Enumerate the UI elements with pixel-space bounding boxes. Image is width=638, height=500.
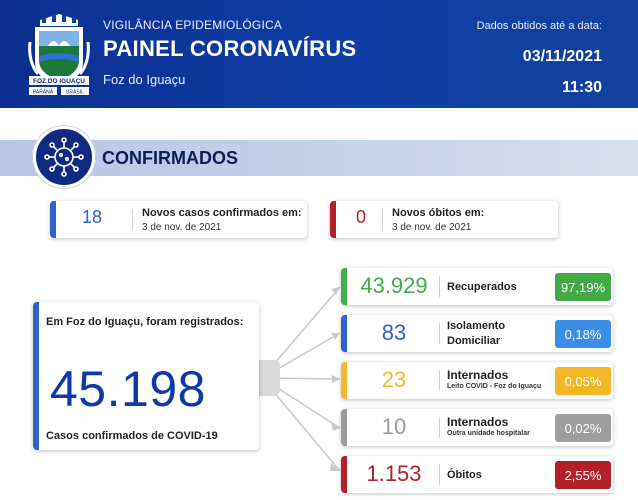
- stat-label-line2: Domiciliar: [447, 335, 501, 347]
- stat-label: Internados: [447, 368, 509, 382]
- total-cases-value: 45.198: [50, 361, 206, 417]
- total-cases-footer: Casos confirmados de COVID-19: [46, 430, 218, 442]
- stat-row-hospitalized-other: 10 Internados Outra unidade hospitalar 0…: [341, 409, 613, 446]
- stat-accent: [341, 315, 347, 352]
- stat-value: 23: [381, 367, 407, 392]
- divider: [439, 464, 440, 485]
- stat-percent-badge: 2,55%: [555, 461, 611, 489]
- stat-accent: [341, 362, 347, 399]
- total-cases-label: Em Foz do Iguaçu, foram registrados:: [46, 316, 244, 328]
- stat-accent: [341, 456, 347, 493]
- stat-value: 43.929: [360, 273, 428, 298]
- stat-label: Óbitos: [447, 469, 482, 481]
- stat-percent-badge: 0,05%: [555, 367, 611, 395]
- stat-percent-badge: 97,19%: [555, 273, 611, 301]
- divider: [439, 276, 440, 297]
- stat-sublabel: Leito COVID - Foz do Iguaçu: [447, 383, 542, 390]
- stat-label: Recuperados: [447, 281, 517, 293]
- stat-row-home-isolation: 83 Isolamento Domiciliar 0,18%: [341, 315, 613, 352]
- stat-row-deaths: 1.153 Óbitos 2,55%: [341, 456, 613, 493]
- divider: [439, 370, 440, 391]
- stat-percent-badge: 0,02%: [555, 414, 611, 442]
- stat-label: Isolamento: [447, 320, 506, 332]
- stat-label: Internados: [447, 415, 509, 429]
- stat-accent: [341, 268, 347, 305]
- stat-percent-badge: 0,18%: [555, 320, 611, 348]
- stat-row-hospitalized-covid: 23 Internados Leito COVID - Foz do Iguaç…: [341, 362, 613, 399]
- stat-value: 1.153: [366, 461, 422, 486]
- stat-value: 83: [381, 320, 407, 345]
- divider: [439, 323, 440, 344]
- stat-sublabel: Outra unidade hospitalar: [447, 430, 530, 437]
- stat-row-recovered: 43.929 Recuperados 97,19%: [341, 268, 613, 305]
- stat-value: 10: [381, 414, 407, 439]
- divider: [439, 417, 440, 438]
- stat-accent: [341, 409, 347, 446]
- total-cases-accent: [33, 302, 39, 450]
